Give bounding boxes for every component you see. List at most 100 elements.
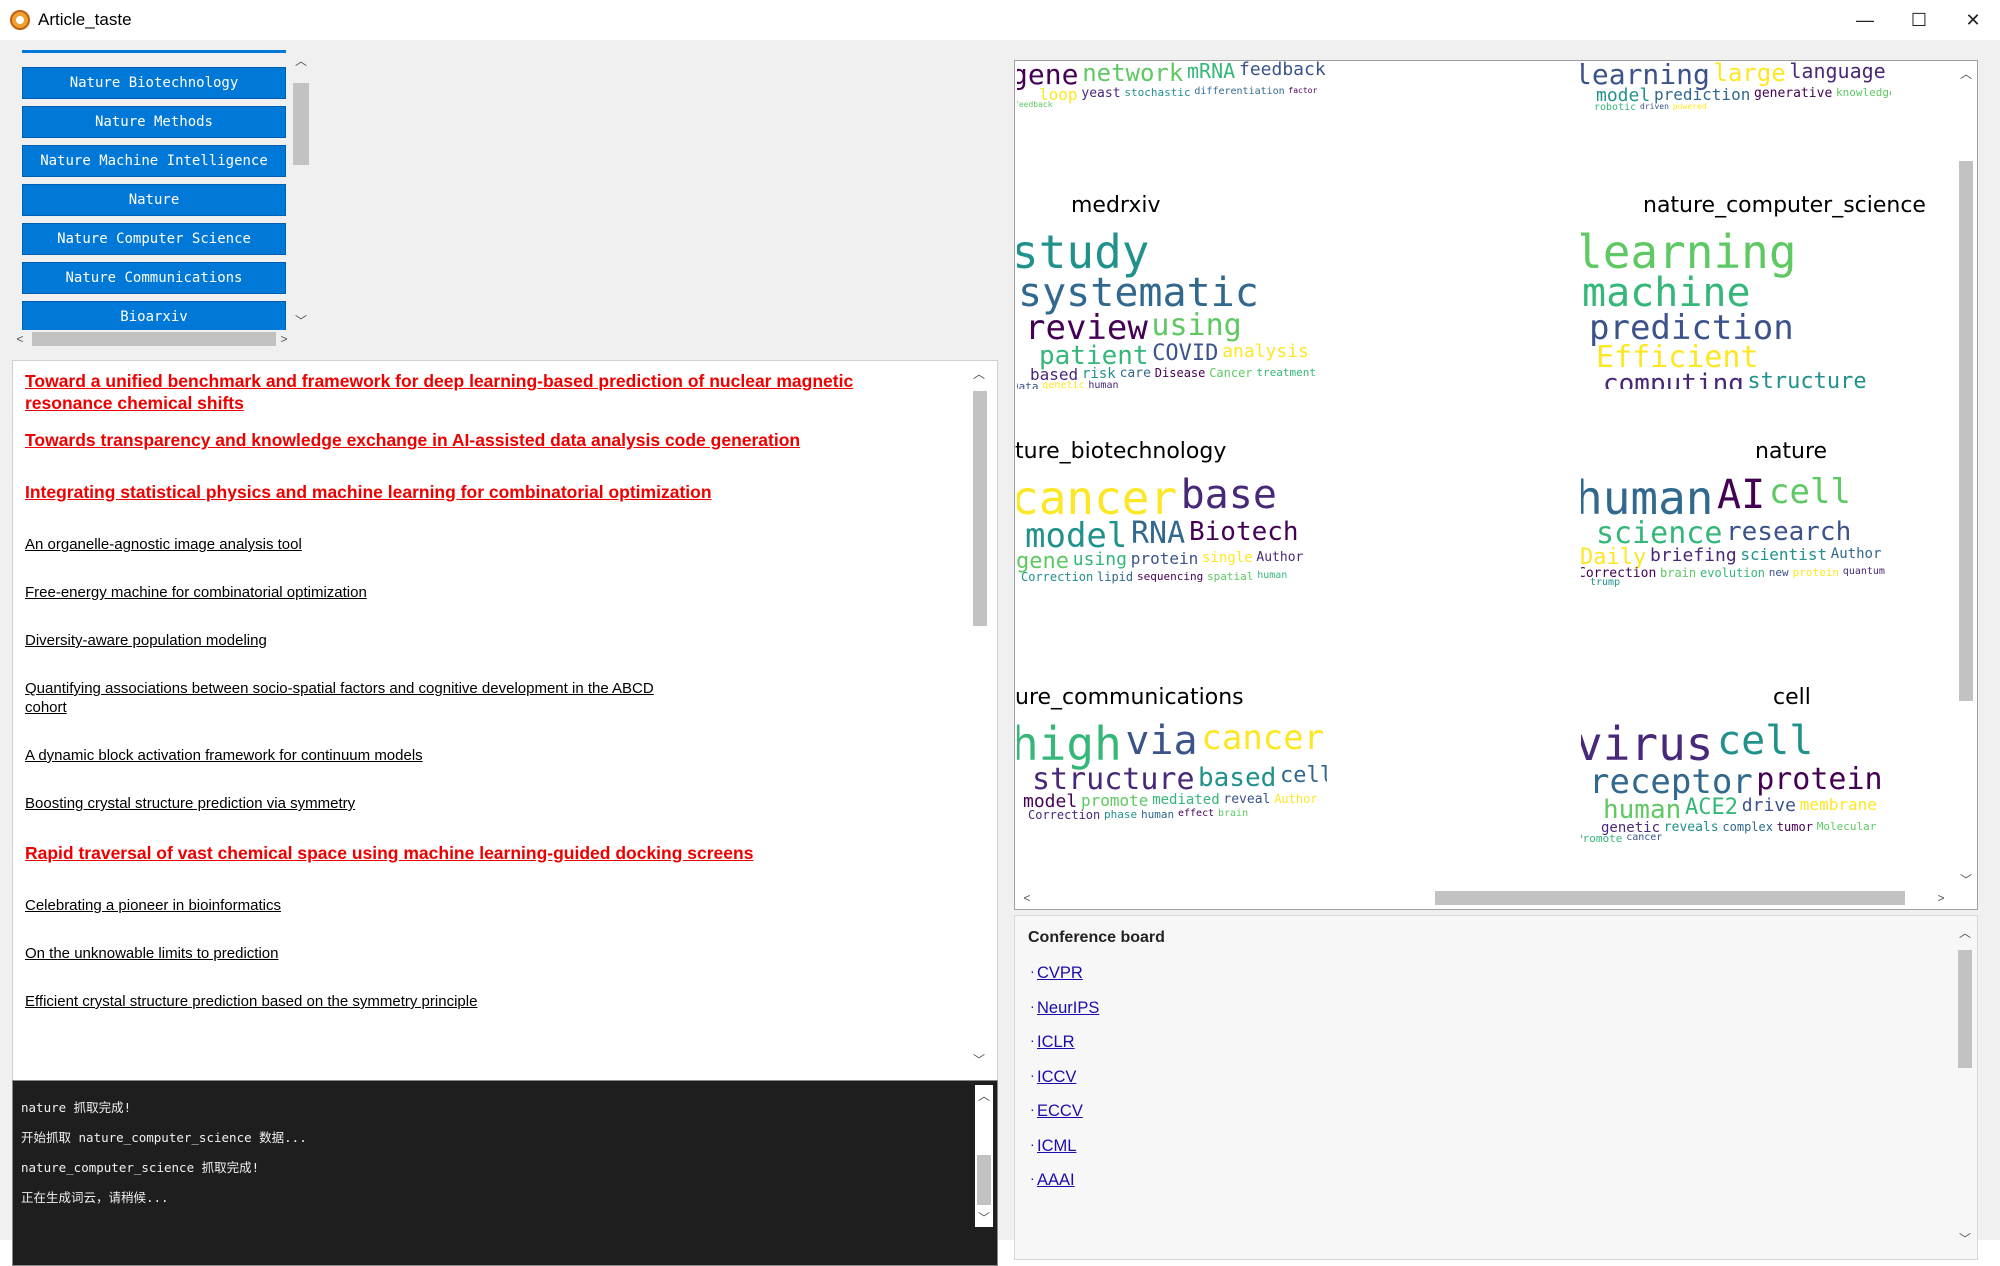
wordcloud-word: lipid xyxy=(1097,570,1134,584)
scroll-down-arrow-icon[interactable]: ﹀ xyxy=(976,1209,992,1226)
article-link[interactable]: Celebrating a pioneer in bioinformatics xyxy=(25,896,665,915)
journal-button[interactable]: Nature Communications xyxy=(22,262,286,294)
scroll-thumb[interactable] xyxy=(1959,161,1973,701)
conference-link[interactable]: AAAI xyxy=(1037,1171,1075,1190)
scroll-up-arrow-icon[interactable]: ︿ xyxy=(971,365,987,382)
scroll-left-arrow-icon[interactable]: < xyxy=(1019,891,1035,905)
journal-panel: Nature Biotechnology Nature Methods Natu… xyxy=(12,50,310,348)
scroll-left-arrow-icon[interactable]: < xyxy=(12,332,28,346)
article-link[interactable]: Efficient crystal structure prediction b… xyxy=(25,992,665,1011)
scroll-up-arrow-icon[interactable]: ︿ xyxy=(293,52,309,69)
wordcloud-image: highviacancerstructurebasedcellmodelprom… xyxy=(1017,721,1327,881)
wordcloud-word: membrane xyxy=(1799,795,1877,814)
conference-board: Conference board · CVPR · NeurIPS · ICLR · ICCV… xyxy=(1014,915,1978,1260)
wordcloud-label: medrxiv xyxy=(1071,193,1161,218)
journal-button[interactable]: Nature Machine Intelligence xyxy=(22,145,286,177)
wordcloud-word: cancer xyxy=(1017,475,1178,525)
journal-button[interactable]: Nature Computer Science xyxy=(22,223,286,255)
wordcloud-word: language xyxy=(1789,61,1886,83)
wordcloud-hscrollbar[interactable]: < > xyxy=(1015,887,1955,909)
journal-vscrollbar[interactable]: ︿ ﹀ xyxy=(292,50,310,330)
article-link[interactable]: Diversity-aware population modeling xyxy=(25,631,665,650)
conference-link[interactable]: CVPR xyxy=(1037,964,1083,983)
scroll-up-arrow-icon[interactable]: ︿ xyxy=(976,1087,992,1104)
scroll-thumb[interactable] xyxy=(1958,950,1972,1068)
journal-button[interactable]: Nature Methods xyxy=(22,106,286,138)
conference-link[interactable]: ICLR xyxy=(1037,1033,1075,1052)
scroll-down-arrow-icon[interactable]: ﹀ xyxy=(1957,1230,1973,1247)
wordcloud-image: human AI cell science research Daily briefing s… xyxy=(1581,475,1891,635)
scroll-thumb[interactable] xyxy=(973,391,987,626)
wordcloud-label: nature_computer_science xyxy=(1643,193,1926,218)
conference-link[interactable]: ICML xyxy=(1037,1137,1076,1156)
scroll-thumb[interactable] xyxy=(977,1155,991,1205)
wordcloud-vscrollbar[interactable]: ︿ ﹀ xyxy=(1955,61,1977,891)
scroll-up-arrow-icon[interactable]: ︿ xyxy=(1957,924,1973,941)
journal-hscrollbar[interactable]: < > xyxy=(12,330,292,348)
article-link[interactable]: Rapid traversal of vast chemical space u… xyxy=(25,842,865,864)
article-link[interactable]: Towards transparency and knowledge excha… xyxy=(25,429,865,451)
wordcloud-word: using xyxy=(1151,308,1242,343)
article-link[interactable]: A dynamic block activation framework for… xyxy=(25,746,665,765)
minimize-button[interactable]: — xyxy=(1838,0,1892,40)
scroll-thumb[interactable] xyxy=(293,83,309,165)
scroll-down-arrow-icon[interactable]: ﹀ xyxy=(1958,871,1974,888)
wordcloud-word: new xyxy=(1768,566,1789,579)
wordcloud-word: drive xyxy=(1741,795,1796,816)
wordcloud-word: using xyxy=(1072,549,1127,570)
journal-button[interactable]: Bioarxiv xyxy=(22,301,286,330)
bullet-icon: · xyxy=(1030,1135,1035,1152)
wordcloud-word: reveals xyxy=(1663,820,1719,835)
maximize-button[interactable]: ☐ xyxy=(1892,0,1946,40)
log-vscrollbar[interactable]: ︿ ﹀ xyxy=(975,1085,993,1227)
wordcloud-word: mediated xyxy=(1152,792,1220,808)
wordcloud-image: learning large language model prediction gene… xyxy=(1581,61,1891,141)
wordcloud-word: Author xyxy=(1274,792,1318,806)
wordcloud-word: care xyxy=(1119,366,1151,381)
article-vscrollbar[interactable]: ︿ ﹀ xyxy=(968,361,990,1073)
scroll-right-arrow-icon[interactable]: > xyxy=(1933,891,1949,905)
bullet-icon: · xyxy=(1030,1170,1035,1186)
wordcloud-panel: gene network mRNA feedback loop yeast stochast… xyxy=(1014,60,1978,910)
article-link[interactable]: Toward a unified benchmark and framework… xyxy=(25,370,865,414)
conference-link[interactable]: ECCV xyxy=(1037,1102,1083,1121)
journal-button[interactable]: Nature Biotechnology xyxy=(22,67,286,99)
wordcloud-word: cell xyxy=(1717,721,1814,764)
wordcloud-word: promote xyxy=(1081,791,1149,810)
wordcloud-word: briefing xyxy=(1650,545,1737,566)
wordcloud-word: review xyxy=(1025,308,1148,348)
scroll-down-arrow-icon[interactable]: ﹀ xyxy=(971,1051,987,1068)
wordcloud-word: mRNA xyxy=(1187,61,1236,83)
wordcloud-word: brain xyxy=(1660,566,1697,580)
wordcloud-word: effect xyxy=(1178,808,1215,819)
wordcloud-word: human xyxy=(1088,380,1119,390)
wordcloud-word: reveal xyxy=(1223,792,1271,807)
article-link[interactable]: Quantifying associations between socio-s… xyxy=(25,679,665,717)
article-link[interactable]: On the unknowable limits to prediction xyxy=(25,944,665,963)
article-link[interactable]: Boosting crystal structure prediction vi… xyxy=(25,794,665,813)
window-controls: — ☐ ✕ xyxy=(1838,0,2000,40)
conference-vscrollbar[interactable]: ︿ ﹀ xyxy=(1955,920,1975,1250)
wordcloud-word: large xyxy=(1713,61,1786,87)
wordcloud-word: AI xyxy=(1717,475,1766,518)
wordcloud-word: human xyxy=(1141,808,1175,821)
article-link[interactable]: Integrating statistical physics and mach… xyxy=(25,481,865,503)
wordcloud-word: machine xyxy=(1582,270,1751,316)
conference-link[interactable]: NeurIPS xyxy=(1037,999,1099,1018)
scroll-down-arrow-icon[interactable]: ﹀ xyxy=(293,312,309,329)
wordcloud-word: systematic xyxy=(1018,270,1259,316)
conference-link[interactable]: ICCV xyxy=(1037,1068,1076,1087)
article-link[interactable]: An organelle-agnostic image analysis too… xyxy=(25,535,665,554)
scroll-thumb[interactable] xyxy=(1435,891,1905,905)
wordcloud-word: treatment xyxy=(1256,366,1316,379)
scroll-right-arrow-icon[interactable]: > xyxy=(276,332,292,346)
article-link[interactable]: Free-energy machine for combinatorial op… xyxy=(25,583,665,602)
scroll-thumb[interactable] xyxy=(32,332,276,346)
journal-list: Nature Biotechnology Nature Methods Natu… xyxy=(12,50,292,330)
journal-button[interactable]: Nature xyxy=(22,184,286,216)
wordcloud-word: Cancer xyxy=(1209,366,1253,380)
wordcloud-word: protein xyxy=(1756,762,1883,797)
log-line: 正在生成词云，请稍候... xyxy=(21,1190,169,1205)
close-button[interactable]: ✕ xyxy=(1946,0,2000,40)
scroll-up-arrow-icon[interactable]: ︿ xyxy=(1958,65,1974,82)
